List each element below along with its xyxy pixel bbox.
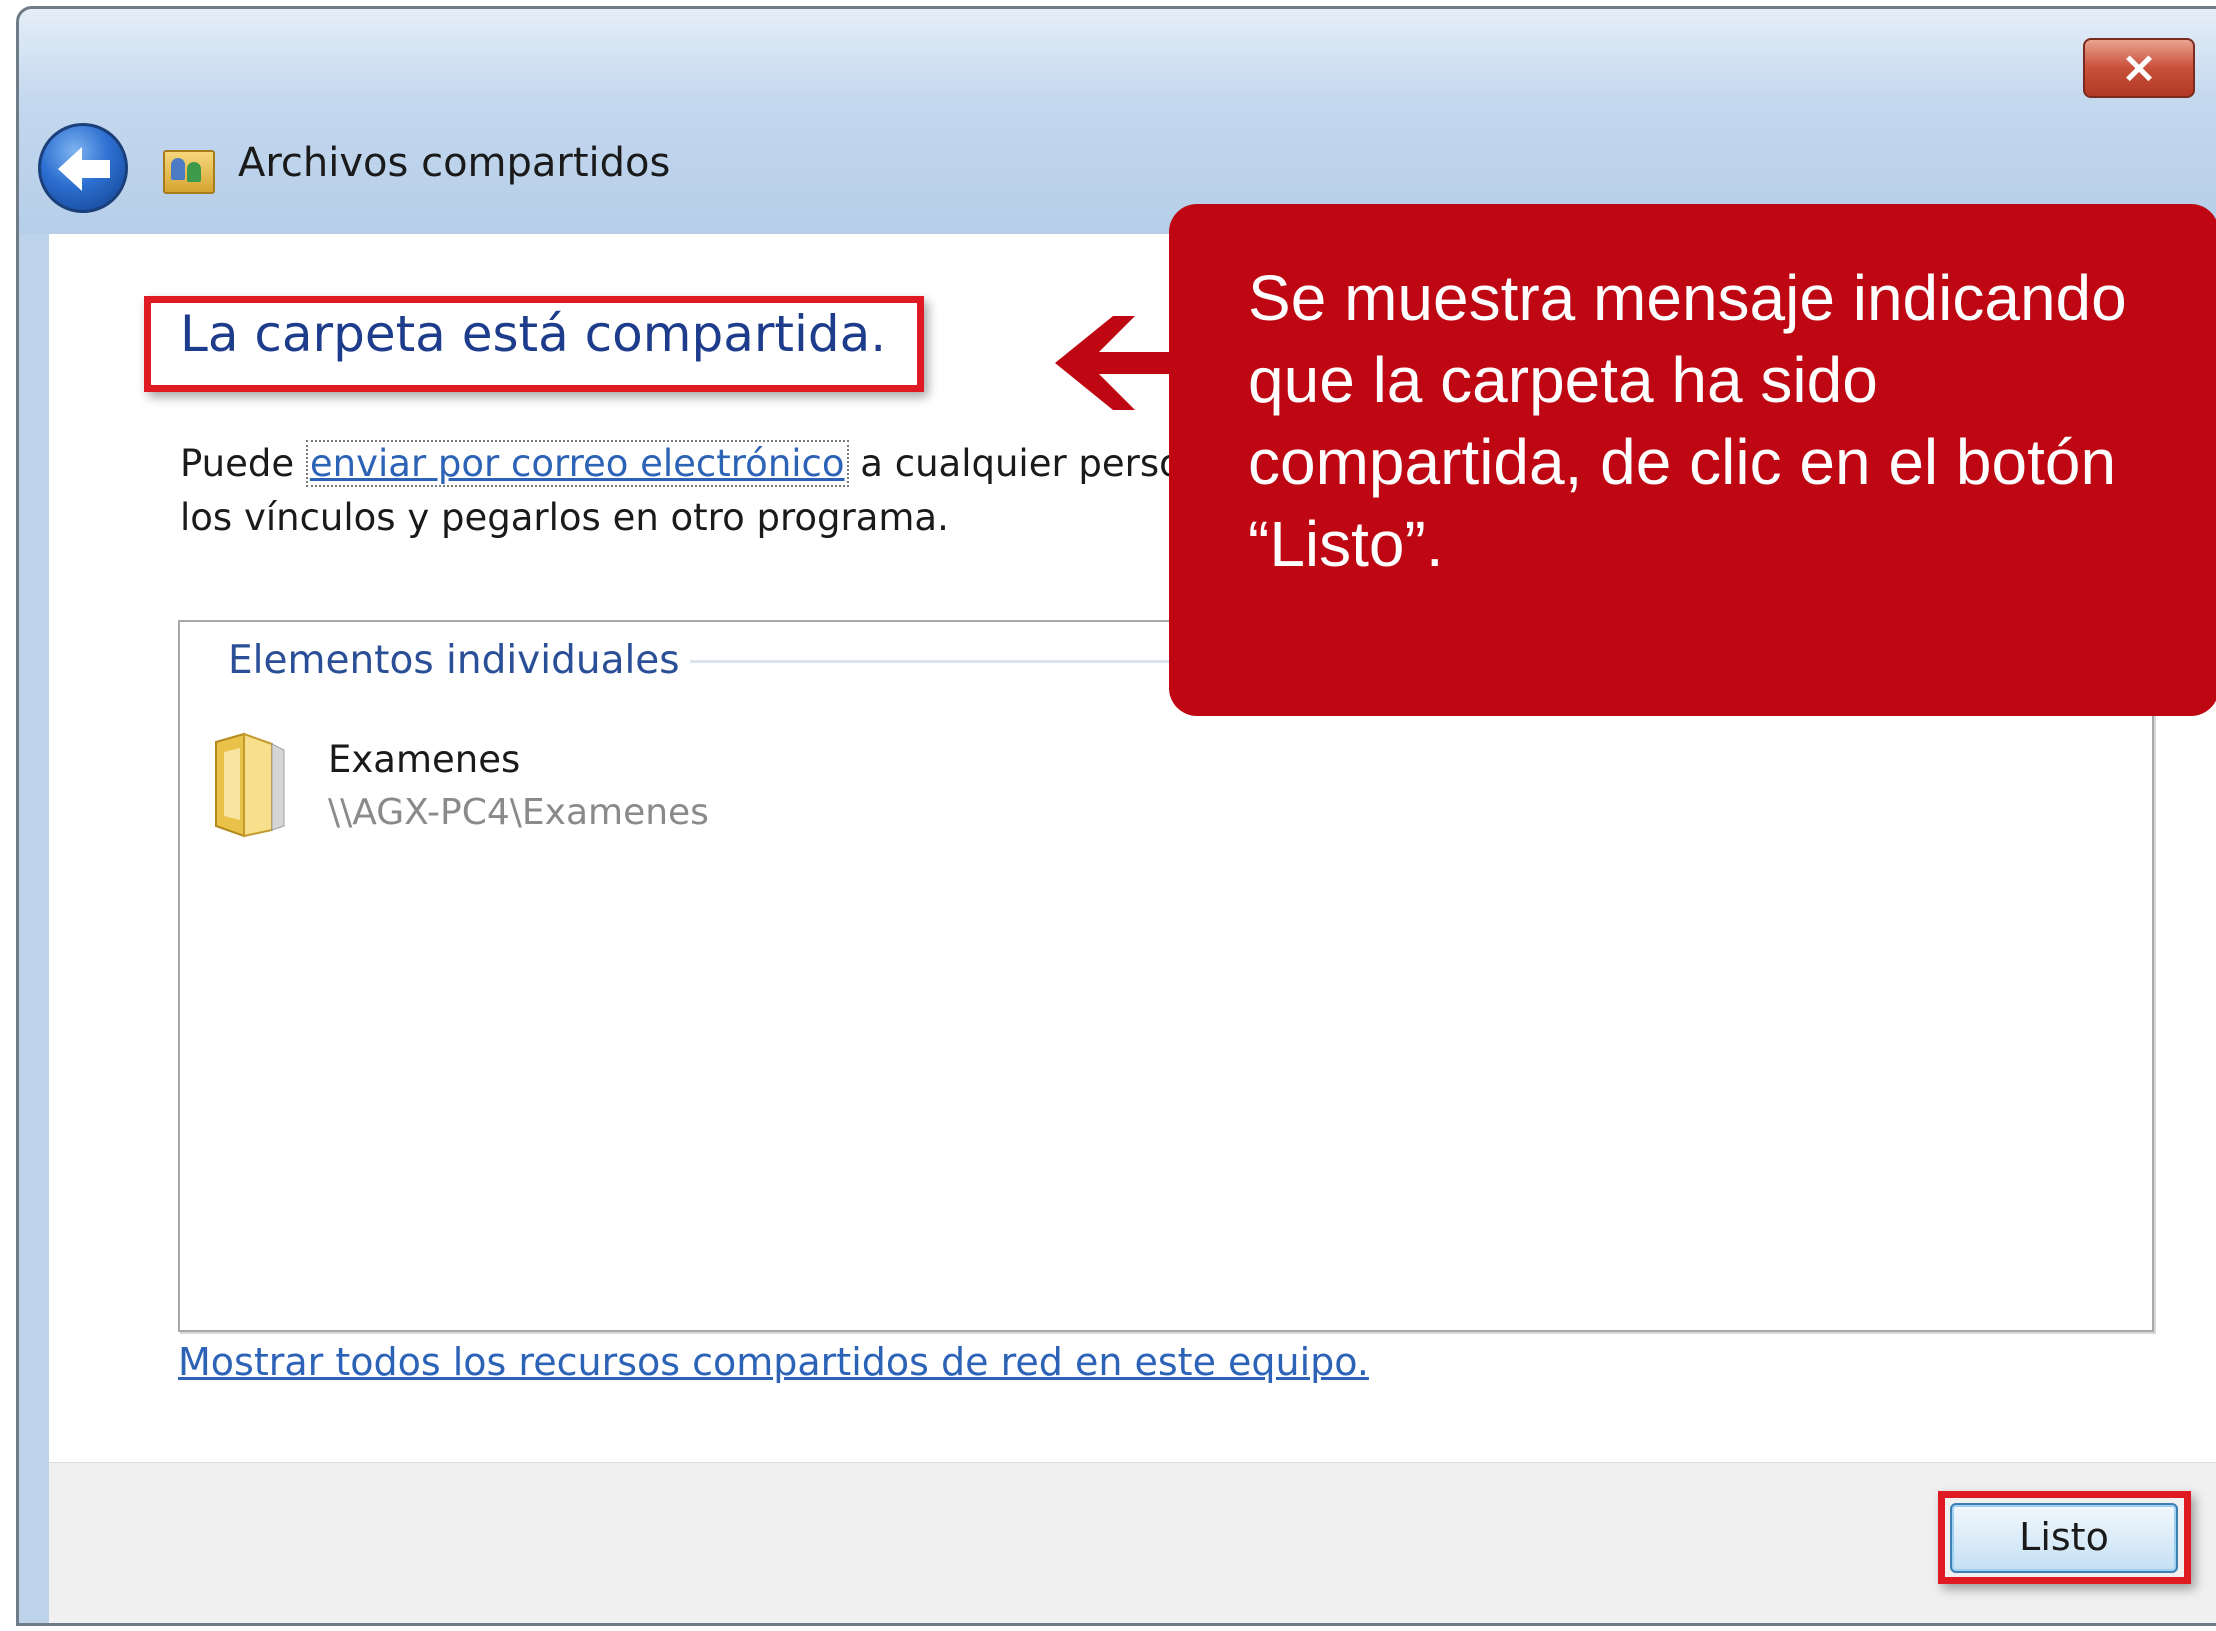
footer-bar <box>49 1462 2216 1623</box>
description-text: Puede enviar por correo electrónico a cu… <box>180 437 1182 545</box>
show-all-shares-link[interactable]: Mostrar todos los recursos compartidos d… <box>178 1340 1369 1384</box>
title-bar <box>19 9 2216 234</box>
callout-text: Se muestra mensaje indicando que la carp… <box>1248 262 2127 580</box>
done-button-highlight-box <box>1938 1491 2191 1584</box>
description-line2: los vínculos y pegarlos en otro programa… <box>180 496 949 539</box>
close-button[interactable]: × <box>2083 38 2195 98</box>
folder-icon <box>215 732 285 838</box>
callout-arrow-icon <box>1055 316 1180 410</box>
item-name[interactable]: Examenes <box>328 738 520 781</box>
group-title: Elementos individuales <box>228 638 690 683</box>
description-prefix: Puede <box>180 442 306 485</box>
email-link[interactable]: enviar por correo electrónico <box>305 440 849 487</box>
shared-items-group <box>178 620 2154 1332</box>
heading-highlight-box <box>144 296 924 392</box>
description-suffix: a cualquier perso <box>848 442 1182 485</box>
shared-folder-icon <box>163 150 215 194</box>
back-button[interactable] <box>38 123 128 213</box>
back-arrow-icon <box>58 147 110 191</box>
close-icon: × <box>2120 42 2158 93</box>
window-title: Archivos compartidos <box>238 140 671 186</box>
item-path: \\AGX-PC4\Examenes <box>328 792 709 833</box>
